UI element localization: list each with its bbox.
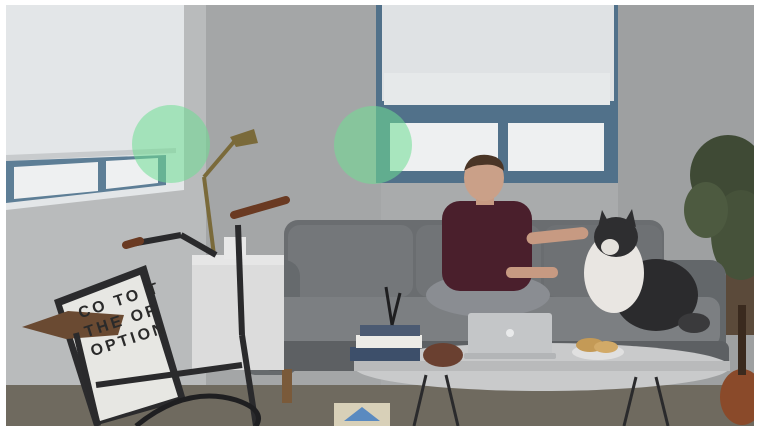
floor-box — [334, 403, 390, 426]
apple-logo-icon — [506, 329, 514, 337]
dog-muzzle — [601, 239, 619, 255]
man-forearm — [506, 267, 558, 278]
sofa-leg — [282, 369, 292, 403]
dog-leg — [678, 313, 710, 333]
lamp-hotspot[interactable] — [132, 105, 210, 183]
sofa-back-cushion — [288, 225, 413, 297]
photo-frame: CO TO T THE OF OPTION — [6, 5, 754, 426]
laptop — [464, 313, 556, 359]
right-window-pane — [508, 123, 604, 171]
living-room-photo — [6, 5, 754, 426]
window-hotspot[interactable] — [334, 106, 412, 184]
right-window-blind-lower — [384, 73, 610, 105]
headphones — [423, 343, 463, 367]
